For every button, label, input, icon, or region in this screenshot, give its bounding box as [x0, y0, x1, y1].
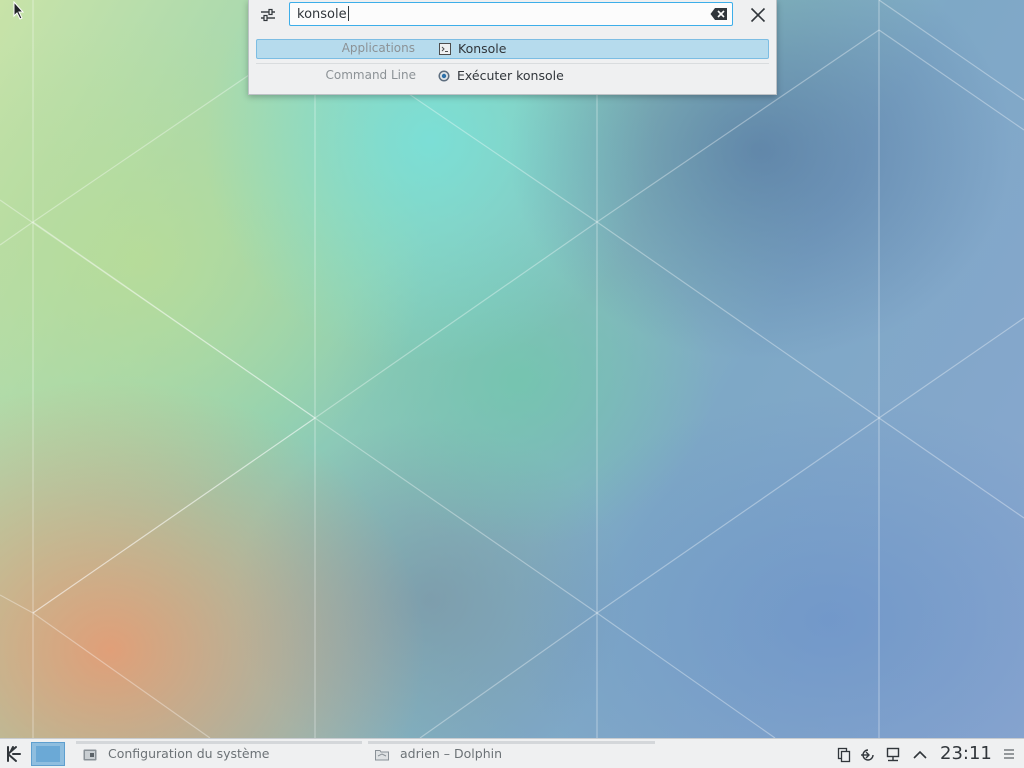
task-system-settings[interactable]: Configuration du système — [76, 739, 362, 768]
mouse-cursor-icon — [13, 1, 25, 20]
close-icon — [750, 7, 766, 23]
taskbar-panel: Configuration du système adrien – Dolphi… — [0, 738, 1024, 768]
krunner-panel: konsole Applications Konsole Command Lin… — [248, 0, 777, 95]
result-item-run-konsole[interactable]: Command Line Exécuter konsole — [256, 67, 769, 87]
result-category-label: Applications — [341, 41, 415, 55]
clear-text-icon[interactable] — [710, 7, 728, 21]
task-indicator — [76, 741, 362, 744]
result-category-label: Command Line — [325, 68, 417, 82]
result-separator — [256, 63, 769, 64]
result-title: Konsole — [458, 41, 507, 56]
result-item-konsole[interactable]: Applications Konsole — [256, 39, 769, 59]
folder-icon — [375, 750, 389, 761]
wallpaper-triangle-lines — [0, 0, 1024, 768]
task-dolphin[interactable]: adrien – Dolphin — [368, 739, 655, 768]
search-input-text: konsole — [297, 6, 349, 22]
desktop-wallpaper — [0, 0, 1024, 768]
kde-logo-icon[interactable] — [3, 744, 23, 764]
task-label: adrien – Dolphin — [400, 746, 503, 761]
task-label: Configuration du système — [108, 746, 270, 761]
text-caret — [347, 6, 349, 21]
pager-desktop-1[interactable] — [36, 746, 60, 762]
settings-sliders-icon — [261, 8, 275, 22]
clipboard-icon[interactable] — [836, 747, 852, 763]
show-hidden-icon[interactable] — [912, 747, 928, 763]
panel-menu-icon[interactable] — [1002, 747, 1016, 761]
system-settings-icon — [83, 749, 97, 761]
run-command-icon — [438, 70, 450, 82]
close-button[interactable] — [747, 4, 769, 26]
terminal-icon — [439, 43, 451, 55]
result-title: Exécuter konsole — [457, 68, 564, 83]
updates-icon[interactable] — [860, 747, 876, 763]
digital-clock[interactable]: 23:11 — [940, 743, 992, 764]
network-icon[interactable] — [885, 747, 901, 763]
search-input[interactable]: konsole — [289, 2, 733, 26]
virtual-desktop-pager[interactable] — [31, 742, 65, 766]
task-indicator — [368, 741, 655, 744]
configure-button[interactable] — [257, 5, 279, 25]
